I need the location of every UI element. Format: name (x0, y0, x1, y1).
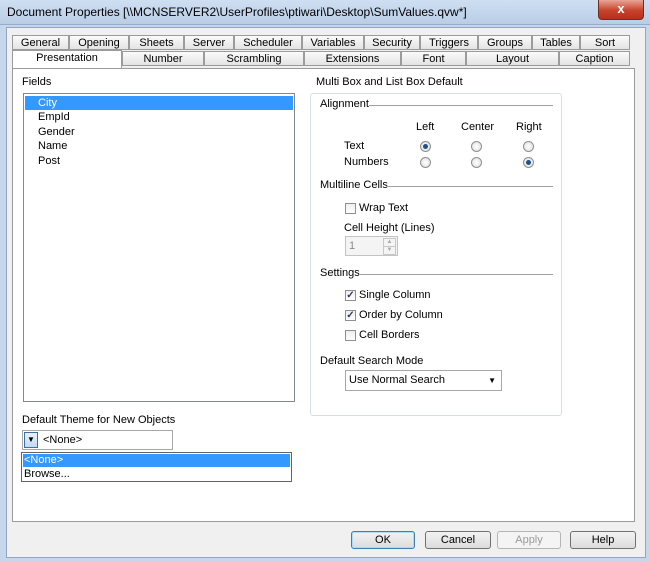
cell-height-value: 1 (349, 240, 356, 252)
theme-label: Default Theme for New Objects (22, 414, 176, 426)
tab-sheets[interactable]: Sheets (129, 35, 184, 50)
tab-server[interactable]: Server (184, 35, 234, 50)
text-center-radio[interactable] (471, 141, 482, 152)
help-button[interactable]: Help (570, 531, 636, 549)
theme-dropdown-list: <None> Browse... (21, 452, 292, 482)
single-column-checkbox[interactable]: ✓ (345, 290, 356, 301)
close-icon: x (617, 1, 625, 16)
title-bar: Document Properties [\\MCNSERVER2\UserPr… (0, 0, 650, 25)
dialog-body: General Opening Sheets Server Scheduler … (6, 27, 646, 558)
cell-height-label: Cell Height (Lines) (344, 222, 435, 234)
single-column-label: Single Column (359, 289, 431, 301)
multibox-group-label: Multi Box and List Box Default (316, 76, 463, 88)
tab-number[interactable]: Number (122, 51, 204, 66)
fields-label: Fields (22, 76, 52, 88)
tab-sort[interactable]: Sort (580, 35, 630, 50)
numbers-center-radio[interactable] (471, 157, 482, 168)
numbers-right-radio[interactable] (523, 157, 534, 168)
align-col-left: Left (416, 121, 435, 133)
wrap-text-checkbox[interactable] (345, 203, 356, 214)
divider (360, 274, 553, 275)
ok-button[interactable]: OK (351, 531, 415, 549)
tab-variables[interactable]: Variables (302, 35, 364, 50)
apply-button[interactable]: Apply (497, 531, 561, 549)
spin-down-icon[interactable]: ▼ (383, 246, 396, 255)
cell-height-stepper[interactable]: 1 ▲ ▼ (345, 236, 398, 256)
tab-security[interactable]: Security (364, 35, 420, 50)
wrap-text-label: Wrap Text (359, 202, 409, 214)
multiline-label: Multiline Cells (320, 179, 388, 191)
chevron-down-icon: ▼ (488, 376, 496, 385)
search-mode-value: Use Normal Search (349, 374, 445, 386)
tab-presentation[interactable]: Presentation (12, 50, 122, 68)
tab-general[interactable]: General (12, 35, 69, 50)
tab-tables[interactable]: Tables (532, 35, 580, 50)
list-item[interactable]: Gender (38, 125, 75, 139)
tab-groups[interactable]: Groups (478, 35, 532, 50)
cancel-button[interactable]: Cancel (425, 531, 491, 549)
cell-borders-label: Cell Borders (359, 329, 420, 341)
tab-layout[interactable]: Layout (466, 51, 559, 66)
align-row-numbers: Numbers (344, 156, 389, 168)
divider (386, 186, 553, 187)
align-row-text: Text (344, 140, 365, 152)
divider (369, 105, 553, 106)
tab-triggers[interactable]: Triggers (420, 35, 478, 50)
chevron-down-icon[interactable]: ▼ (24, 432, 38, 448)
tab-caption[interactable]: Caption (559, 51, 630, 66)
dropdown-option-browse[interactable]: Browse... (24, 468, 70, 481)
theme-select[interactable]: ▼ <None> (22, 430, 173, 450)
text-left-radio[interactable] (420, 141, 431, 152)
close-button[interactable]: x (598, 0, 644, 20)
fields-listbox[interactable]: City EmpId Gender Name Post (23, 93, 295, 402)
search-mode-label: Default Search Mode (320, 355, 424, 367)
dropdown-option-none[interactable]: <None> (23, 454, 290, 467)
list-item[interactable]: Name (38, 139, 67, 153)
list-item[interactable]: Post (38, 154, 60, 168)
alignment-label: Alignment (320, 98, 369, 110)
cell-borders-checkbox[interactable] (345, 330, 356, 341)
multibox-group: Alignment Left Center Right Text Numbers… (310, 93, 562, 416)
text-right-radio[interactable] (523, 141, 534, 152)
order-by-column-checkbox[interactable]: ✓ (345, 310, 356, 321)
tab-font[interactable]: Font (401, 51, 466, 66)
theme-value: <None> (43, 434, 83, 446)
tab-scrambling[interactable]: Scrambling (204, 51, 304, 66)
align-col-center: Center (461, 121, 495, 133)
numbers-left-radio[interactable] (420, 157, 431, 168)
order-by-column-label: Order by Column (359, 309, 443, 321)
align-col-right: Right (516, 121, 542, 133)
list-item[interactable]: EmpId (38, 110, 70, 124)
tab-opening[interactable]: Opening (69, 35, 129, 50)
list-item[interactable]: City (25, 96, 293, 110)
tab-extensions[interactable]: Extensions (304, 51, 401, 66)
settings-label: Settings (320, 267, 360, 279)
window-title: Document Properties [\\MCNSERVER2\UserPr… (7, 5, 467, 19)
search-mode-select[interactable]: Use Normal Search ▼ (345, 370, 502, 391)
tab-scheduler[interactable]: Scheduler (234, 35, 302, 50)
